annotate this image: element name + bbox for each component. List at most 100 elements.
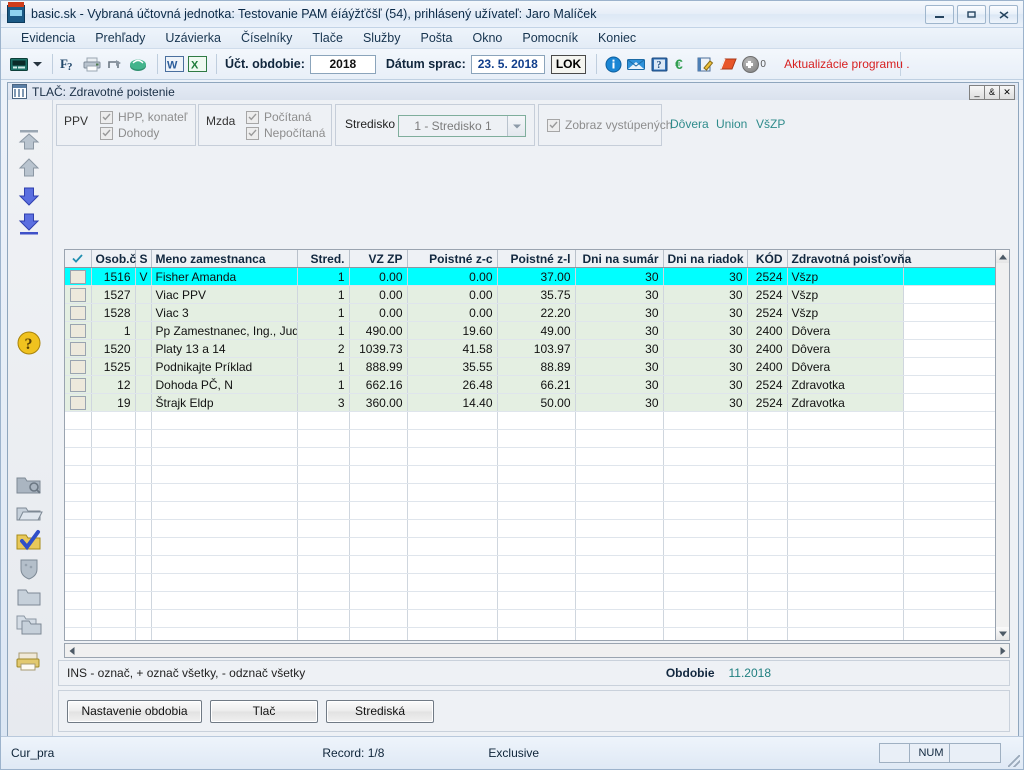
menu-item-ciselniky[interactable]: Číselníky bbox=[231, 30, 302, 46]
col-header-poistne-zc[interactable]: Poistné z-c bbox=[407, 250, 498, 268]
help-icon[interactable]: ? bbox=[15, 330, 45, 356]
dropdown-arrow-icon[interactable] bbox=[32, 54, 43, 74]
table-row[interactable]: 19 Štrajk Eldp 3 360.00 14.40 50.00 30 30 2524 Zd… bbox=[65, 393, 1001, 412]
menu-item-posta[interactable]: Pošta bbox=[411, 30, 463, 46]
col-header-poistne-zl[interactable]: Poistné z-l bbox=[497, 250, 576, 268]
database-icon[interactable] bbox=[9, 54, 29, 74]
row-select-checkbox[interactable] bbox=[65, 303, 92, 322]
table-row-empty[interactable] bbox=[65, 501, 1001, 520]
table-row[interactable]: 1527 Viac PPV 1 0.00 0.00 35.75 30 30 2524 Všzp bbox=[65, 285, 1001, 304]
chevron-down-icon[interactable] bbox=[507, 116, 525, 136]
table-row[interactable]: 1525 Podnikajte Príklad 1 888.99 35.55 88.89 3… bbox=[65, 357, 1001, 376]
resize-grip[interactable] bbox=[1008, 755, 1020, 767]
word-export-icon[interactable]: W bbox=[164, 54, 184, 74]
lok-button[interactable]: LOK bbox=[550, 54, 587, 74]
shield-icon[interactable] bbox=[15, 557, 45, 583]
col-header-kod[interactable]: KÓD bbox=[747, 250, 788, 268]
row-select-checkbox[interactable] bbox=[65, 339, 92, 358]
table-row-empty[interactable] bbox=[65, 483, 1001, 502]
insurer-link-dovera[interactable]: Dôvera bbox=[670, 117, 709, 131]
col-header-blank[interactable] bbox=[903, 250, 1001, 268]
col-header-vzzp[interactable]: VZ ZP bbox=[349, 250, 408, 268]
table-row-empty[interactable] bbox=[65, 573, 1001, 592]
insurer-link-vszp[interactable]: VšZP bbox=[756, 117, 785, 131]
table-row[interactable]: 12 Dohoda PČ, N 1 662.16 26.48 66.21 30 30 2524 Z… bbox=[65, 375, 1001, 394]
row-select-checkbox[interactable] bbox=[65, 285, 92, 304]
stredisko-combobox[interactable]: 1 - Stredisko 1 bbox=[398, 115, 526, 137]
table-row-empty[interactable] bbox=[65, 447, 1001, 466]
mail-icon[interactable] bbox=[626, 54, 646, 74]
menu-item-prehlady[interactable]: Prehľady bbox=[85, 30, 155, 46]
ppv-option-dohody[interactable]: Dohody bbox=[100, 126, 159, 140]
folder-search-icon[interactable] bbox=[15, 473, 45, 499]
menu-item-okno[interactable]: Okno bbox=[462, 30, 512, 46]
menu-item-koniec[interactable]: Koniec bbox=[588, 30, 646, 46]
go-last-icon[interactable] bbox=[15, 212, 45, 238]
row-select-checkbox[interactable] bbox=[65, 393, 92, 412]
table-row[interactable]: 1516 V Fisher Amanda 1 0.00 0.00 37.00 30 30 2524… bbox=[65, 267, 1001, 286]
table-row[interactable]: 1528 Viac 3 1 0.00 0.00 22.20 30 30 2524 Všzp bbox=[65, 303, 1001, 322]
info-icon[interactable] bbox=[603, 54, 623, 74]
period-settings-button[interactable]: Nastavenie obdobia bbox=[67, 699, 202, 723]
copy-folders-icon[interactable] bbox=[15, 613, 45, 639]
grid-horizontal-scrollbar[interactable] bbox=[64, 643, 1010, 658]
table-row-empty[interactable] bbox=[65, 609, 1001, 628]
print-button[interactable]: Tlač bbox=[210, 699, 318, 723]
data-grid[interactable]: Osob.č S Meno zamestnanca Stred. VZ ZP P… bbox=[64, 249, 1010, 641]
scroll-down-icon[interactable] bbox=[996, 627, 1009, 640]
row-select-checkbox[interactable] bbox=[65, 357, 92, 376]
child-restore-button[interactable]: & bbox=[984, 85, 999, 100]
table-row[interactable]: 1 Pp Zamestnanec, Ing., Judr. 1 490.00 19.60… bbox=[65, 321, 1001, 340]
export-icon[interactable] bbox=[128, 54, 148, 74]
go-first-icon[interactable] bbox=[15, 128, 45, 154]
col-header-s[interactable]: S bbox=[135, 250, 152, 268]
table-row-empty[interactable] bbox=[65, 519, 1001, 538]
grid-vertical-scrollbar[interactable] bbox=[995, 249, 1010, 641]
maximize-button[interactable] bbox=[957, 5, 986, 24]
folder-icon[interactable] bbox=[15, 585, 45, 611]
scroll-left-icon[interactable] bbox=[65, 644, 78, 657]
table-row[interactable]: 1520 Platy 13 a 14 2 1039.73 41.58 103.97 30 30… bbox=[65, 339, 1001, 358]
col-header-mark[interactable] bbox=[65, 250, 92, 268]
help-book-icon[interactable]: ? bbox=[649, 54, 669, 74]
edit-note-icon[interactable] bbox=[695, 54, 715, 74]
col-header-stred[interactable]: Stred. bbox=[297, 250, 350, 268]
menu-item-sluzby[interactable]: Služby bbox=[353, 30, 411, 46]
show-left-checkbox[interactable]: Zobraz vystúpených bbox=[547, 118, 672, 132]
insurer-link-union[interactable]: Union bbox=[716, 117, 747, 131]
print-report-icon[interactable] bbox=[15, 649, 45, 675]
scroll-up-icon[interactable] bbox=[996, 250, 1009, 263]
table-row-empty[interactable] bbox=[65, 429, 1001, 448]
menu-item-tlace[interactable]: Tlače bbox=[302, 30, 353, 46]
table-row-empty[interactable] bbox=[65, 591, 1001, 610]
col-header-dni-sumar[interactable]: Dni na sumár bbox=[575, 250, 664, 268]
table-row-empty[interactable] bbox=[65, 465, 1001, 484]
col-header-dni-riadok[interactable]: Dni na riadok bbox=[663, 250, 748, 268]
col-header-zp[interactable]: Zdravotná poisťovňa bbox=[787, 250, 911, 268]
child-close-button[interactable]: ✕ bbox=[999, 85, 1015, 100]
menu-item-evidencia[interactable]: Evidencia bbox=[11, 30, 85, 46]
table-row-empty[interactable] bbox=[65, 627, 1001, 640]
red-book-icon[interactable] bbox=[718, 54, 738, 74]
euro-icon[interactable]: € bbox=[672, 54, 692, 74]
scroll-right-icon[interactable] bbox=[996, 644, 1009, 657]
excel-export-icon[interactable]: X bbox=[187, 54, 207, 74]
row-select-checkbox[interactable] bbox=[65, 375, 92, 394]
open-folder-icon[interactable] bbox=[15, 501, 45, 527]
row-select-checkbox[interactable] bbox=[65, 267, 92, 286]
mzda-option-nepocitana[interactable]: Nepočítaná bbox=[246, 126, 325, 140]
menu-item-uzavierka[interactable]: Uzávierka bbox=[155, 30, 231, 46]
accounting-period-field[interactable]: 2018 bbox=[309, 54, 376, 74]
mzda-option-pocitana[interactable]: Počítaná bbox=[246, 110, 311, 124]
child-minimize-button[interactable]: _ bbox=[969, 85, 984, 100]
table-row-empty[interactable] bbox=[65, 411, 1001, 430]
processing-date-field[interactable]: 23. 5. 2018 bbox=[470, 54, 545, 74]
go-previous-icon[interactable] bbox=[15, 156, 45, 182]
row-select-checkbox[interactable] bbox=[65, 321, 92, 340]
table-row-empty[interactable] bbox=[65, 537, 1001, 556]
minimize-button[interactable] bbox=[925, 5, 954, 24]
print-icon[interactable] bbox=[82, 54, 102, 74]
centers-button[interactable]: Strediská bbox=[326, 699, 434, 723]
check-approve-icon[interactable] bbox=[15, 529, 45, 555]
find-help-icon[interactable]: F ? bbox=[59, 54, 79, 74]
